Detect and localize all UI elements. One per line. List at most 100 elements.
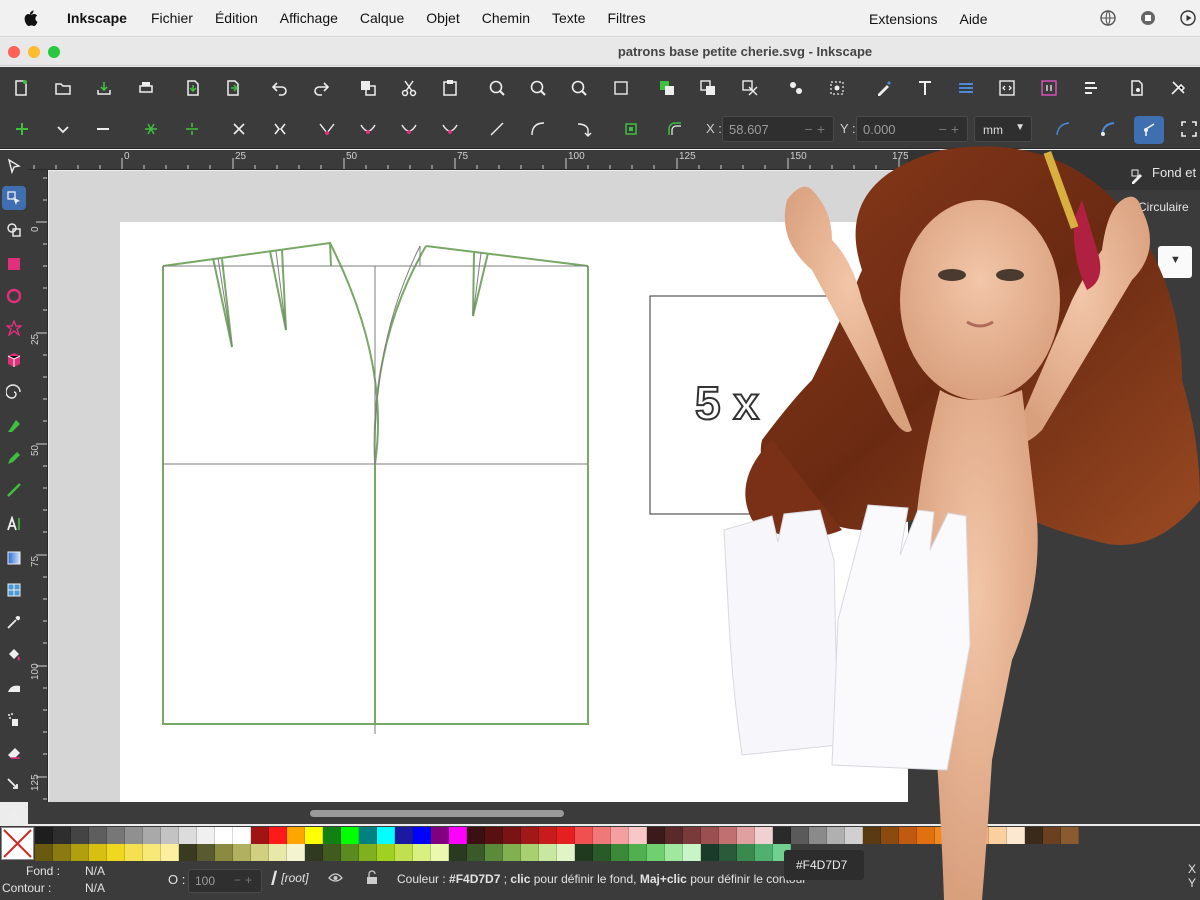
segment-line-icon[interactable] (486, 118, 508, 140)
show-handles-icon[interactable] (1052, 118, 1074, 140)
document-properties-icon[interactable] (1126, 77, 1148, 99)
ungroup-icon[interactable] (826, 77, 848, 99)
x-stepper-icon[interactable]: −+ (805, 121, 829, 137)
color-swatch[interactable] (233, 827, 251, 844)
play-icon[interactable] (1178, 8, 1198, 28)
stroke-to-path-icon[interactable] (620, 118, 642, 140)
fit-selection-icon[interactable] (1178, 118, 1200, 140)
color-swatch[interactable] (251, 827, 269, 844)
color-swatch[interactable] (611, 827, 629, 844)
color-swatch[interactable] (215, 827, 233, 844)
color-swatch[interactable] (467, 827, 485, 844)
color-swatch[interactable] (557, 827, 575, 844)
node-cusp-icon[interactable] (316, 118, 338, 140)
color-swatch[interactable] (359, 844, 377, 861)
layers-icon[interactable] (955, 77, 977, 99)
zoom-selection-icon[interactable] (486, 77, 508, 99)
color-swatch[interactable] (179, 844, 197, 861)
color-swatch[interactable] (467, 844, 485, 861)
color-swatch[interactable] (413, 844, 431, 861)
color-swatch[interactable] (143, 844, 161, 861)
layer-visibility-icon[interactable] (328, 870, 344, 886)
color-swatch[interactable] (503, 827, 521, 844)
color-swatch[interactable] (665, 827, 683, 844)
color-swatch[interactable] (359, 827, 377, 844)
globe-icon[interactable] (1098, 8, 1118, 28)
color-swatch[interactable] (683, 844, 701, 861)
menu-aide[interactable]: Aide (948, 11, 998, 27)
color-swatch[interactable] (395, 827, 413, 844)
unlink-clone-icon[interactable] (739, 77, 761, 99)
zoom-page-icon[interactable] (568, 77, 590, 99)
color-swatch[interactable] (305, 844, 323, 861)
menu-texte[interactable]: Texte (541, 10, 596, 26)
group-icon[interactable] (785, 77, 807, 99)
color-swatch[interactable] (413, 827, 431, 844)
preferences-icon[interactable] (1167, 77, 1189, 99)
insert-node-dropdown-icon[interactable] (52, 118, 74, 140)
selector-tool-icon[interactable] (2, 154, 26, 178)
paint-bucket-tool-icon[interactable] (2, 642, 26, 666)
color-swatch[interactable] (305, 827, 323, 844)
color-swatch[interactable] (269, 827, 287, 844)
screen-share-icon[interactable] (1138, 8, 1158, 28)
apple-icon[interactable] (20, 8, 40, 28)
show-outline-icon[interactable] (1097, 118, 1119, 140)
gradient-tool-icon[interactable] (2, 546, 26, 570)
color-swatch[interactable] (197, 844, 215, 861)
ellipse-tool-icon[interactable] (2, 284, 26, 308)
color-swatch[interactable] (107, 827, 125, 844)
text-tool-icon[interactable] (2, 512, 26, 536)
color-swatch[interactable] (125, 844, 143, 861)
color-swatch[interactable] (647, 844, 665, 861)
spiral-tool-icon[interactable] (2, 380, 26, 404)
star-tool-icon[interactable] (2, 316, 26, 340)
calligraphy-tool-icon[interactable] (2, 478, 26, 502)
color-swatch[interactable] (71, 827, 89, 844)
color-swatch[interactable] (683, 827, 701, 844)
color-swatch[interactable] (629, 827, 647, 844)
color-swatch[interactable] (287, 844, 305, 861)
color-swatch[interactable] (539, 844, 557, 861)
color-swatch[interactable] (449, 844, 467, 861)
color-swatch[interactable] (575, 844, 593, 861)
color-swatch[interactable] (215, 844, 233, 861)
segment-curve-icon[interactable] (527, 118, 549, 140)
node-symmetric-icon[interactable] (398, 118, 420, 140)
color-swatch[interactable] (521, 844, 539, 861)
color-swatch[interactable] (35, 827, 53, 844)
y-coordinate-field[interactable]: 0.000 −+ (856, 116, 968, 142)
color-swatch[interactable] (143, 827, 161, 844)
cut-icon[interactable] (398, 77, 420, 99)
color-swatch[interactable] (53, 844, 71, 861)
print-icon[interactable] (135, 77, 157, 99)
color-swatch[interactable] (539, 827, 557, 844)
3d-box-tool-icon[interactable] (2, 348, 26, 372)
color-swatch[interactable] (593, 844, 611, 861)
color-swatch[interactable] (161, 844, 179, 861)
delete-node-icon[interactable] (92, 118, 114, 140)
join-segment-icon[interactable] (228, 118, 250, 140)
opacity-stepper-icon[interactable]: −+ (234, 873, 256, 887)
color-swatch[interactable] (521, 827, 539, 844)
menu-objet[interactable]: Objet (415, 10, 470, 26)
x-coordinate-field[interactable]: 58.607 −+ (722, 116, 834, 142)
clone-icon[interactable] (697, 77, 719, 99)
zoom-drawing-icon[interactable] (527, 77, 549, 99)
import-icon[interactable] (182, 77, 204, 99)
undo-icon[interactable] (269, 77, 291, 99)
export-icon[interactable] (222, 77, 244, 99)
horizontal-scrollbar[interactable] (310, 810, 564, 817)
color-swatch[interactable] (629, 844, 647, 861)
tweak-tool-icon[interactable] (2, 676, 26, 700)
rectangle-tool-icon[interactable] (2, 252, 26, 276)
menu-affichage[interactable]: Affichage (269, 10, 349, 26)
fill-stroke-icon[interactable] (873, 77, 895, 99)
menu-extensions[interactable]: Extensions (858, 11, 948, 27)
open-file-icon[interactable] (52, 77, 74, 99)
color-swatch[interactable] (35, 844, 53, 861)
layer-lock-icon[interactable] (365, 870, 381, 886)
color-swatch[interactable] (647, 827, 665, 844)
color-swatch[interactable] (557, 844, 575, 861)
spray-tool-icon[interactable] (2, 708, 26, 732)
